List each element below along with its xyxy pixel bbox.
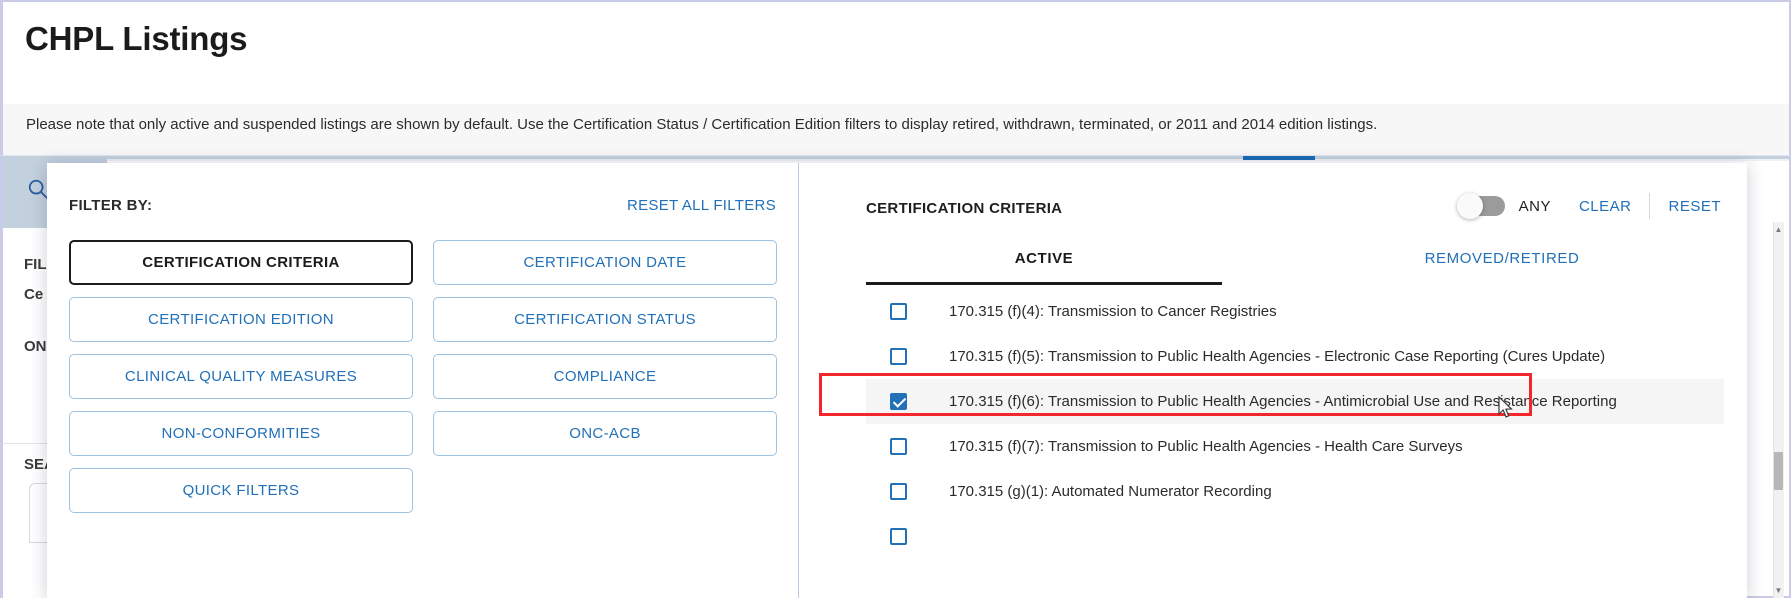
criteria-label: 170.315 (g)(1): Automated Numerator Reco…: [949, 483, 1272, 500]
criteria-checkbox[interactable]: [890, 348, 907, 365]
criteria-label: 170.315 (f)(4): Transmission to Cancer R…: [949, 303, 1277, 320]
mouse-cursor-icon: [1498, 396, 1514, 420]
criteria-row-partial[interactable]: [866, 514, 1724, 559]
note-text: Please note that only active and suspend…: [26, 116, 1377, 133]
filter-button-grid: CERTIFICATION CRITERIA CERTIFICATION DAT…: [69, 240, 777, 513]
filter-button-certification-edition[interactable]: CERTIFICATION EDITION: [69, 297, 413, 342]
background-active-tab-underline: [1243, 156, 1315, 160]
criteria-label: 170.315 (f)(5): Transmission to Public H…: [949, 348, 1605, 365]
background-tab-rail-light: [107, 159, 1789, 161]
search-icon[interactable]: [27, 178, 49, 200]
filter-button-quick-filters[interactable]: QUICK FILTERS: [69, 468, 413, 513]
clear-button[interactable]: CLEAR: [1579, 198, 1632, 215]
criteria-row[interactable]: 170.315 (f)(5): Transmission to Public H…: [866, 334, 1724, 379]
reset-all-filters-link[interactable]: RESET ALL FILTERS: [627, 197, 776, 214]
toggle-label-any: ANY: [1519, 198, 1551, 215]
certification-criteria-panel: CERTIFICATION CRITERIA ANY CLEAR RESET A…: [800, 163, 1747, 598]
filter-button-non-conformities[interactable]: NON-CONFORMITIES: [69, 411, 413, 456]
criteria-row[interactable]: 170.315 (f)(7): Transmission to Public H…: [866, 424, 1724, 469]
criteria-checkbox[interactable]: [890, 303, 907, 320]
filter-by-heading: FILTER BY:: [69, 197, 152, 214]
note-bar: Please note that only active and suspend…: [0, 104, 1791, 156]
filter-button-compliance[interactable]: COMPLIANCE: [433, 354, 777, 399]
filter-button-certification-date[interactable]: CERTIFICATION DATE: [433, 240, 777, 285]
tab-removed-retired[interactable]: REMOVED/RETIRED: [1286, 238, 1718, 278]
controls-divider: [1649, 193, 1650, 219]
filter-button-clinical-quality-measures[interactable]: CLINICAL QUALITY MEASURES: [69, 354, 413, 399]
page-scrollbar-track[interactable]: [1773, 222, 1784, 598]
scroll-up-arrow-icon[interactable]: ▲: [1773, 224, 1784, 235]
criteria-label: 170.315 (f)(6): Transmission to Public H…: [949, 393, 1617, 410]
page-header: CHPL Listings: [0, 0, 1791, 104]
criteria-tabs: ACTIVE REMOVED/RETIRED: [866, 238, 1718, 284]
page-title: CHPL Listings: [25, 20, 247, 58]
filter-by-panel: FILTER BY: RESET ALL FILTERS CERTIFICATI…: [47, 163, 799, 598]
criteria-row-selected[interactable]: 170.315 (f)(6): Transmission to Public H…: [866, 379, 1724, 424]
criteria-panel-title: CERTIFICATION CRITERIA: [866, 200, 1062, 217]
toggle-knob: [1457, 193, 1483, 219]
scroll-down-arrow-icon[interactable]: ▼: [1773, 585, 1784, 596]
criteria-row[interactable]: 170.315 (g)(1): Automated Numerator Reco…: [866, 469, 1724, 514]
filter-button-certification-criteria[interactable]: CERTIFICATION CRITERIA: [69, 240, 413, 285]
criteria-checkbox[interactable]: [890, 483, 907, 500]
filter-button-certification-status[interactable]: CERTIFICATION STATUS: [433, 297, 777, 342]
criteria-checkbox-checked[interactable]: [890, 393, 907, 410]
filter-modal: FILTER BY: RESET ALL FILTERS CERTIFICATI…: [47, 163, 1747, 598]
criteria-checkbox[interactable]: [890, 438, 907, 455]
app-root: CHPL Listings Please note that only acti…: [0, 0, 1791, 598]
tab-active-underline: [866, 282, 1222, 285]
reset-button[interactable]: RESET: [1668, 198, 1721, 215]
tab-active[interactable]: ACTIVE: [866, 238, 1222, 278]
page-scrollbar-thumb[interactable]: [1774, 452, 1783, 490]
criteria-row[interactable]: 170.315 (f)(4): Transmission to Cancer R…: [866, 289, 1724, 334]
filter-button-onc-acb[interactable]: ONC-ACB: [433, 411, 777, 456]
any-all-toggle[interactable]: [1461, 196, 1505, 216]
criteria-checkbox[interactable]: [890, 528, 907, 545]
criteria-panel-controls: ANY CLEAR RESET: [1461, 193, 1721, 219]
criteria-list[interactable]: 170.315 (f)(4): Transmission to Cancer R…: [866, 289, 1724, 598]
criteria-label: 170.315 (f)(7): Transmission to Public H…: [949, 438, 1463, 455]
